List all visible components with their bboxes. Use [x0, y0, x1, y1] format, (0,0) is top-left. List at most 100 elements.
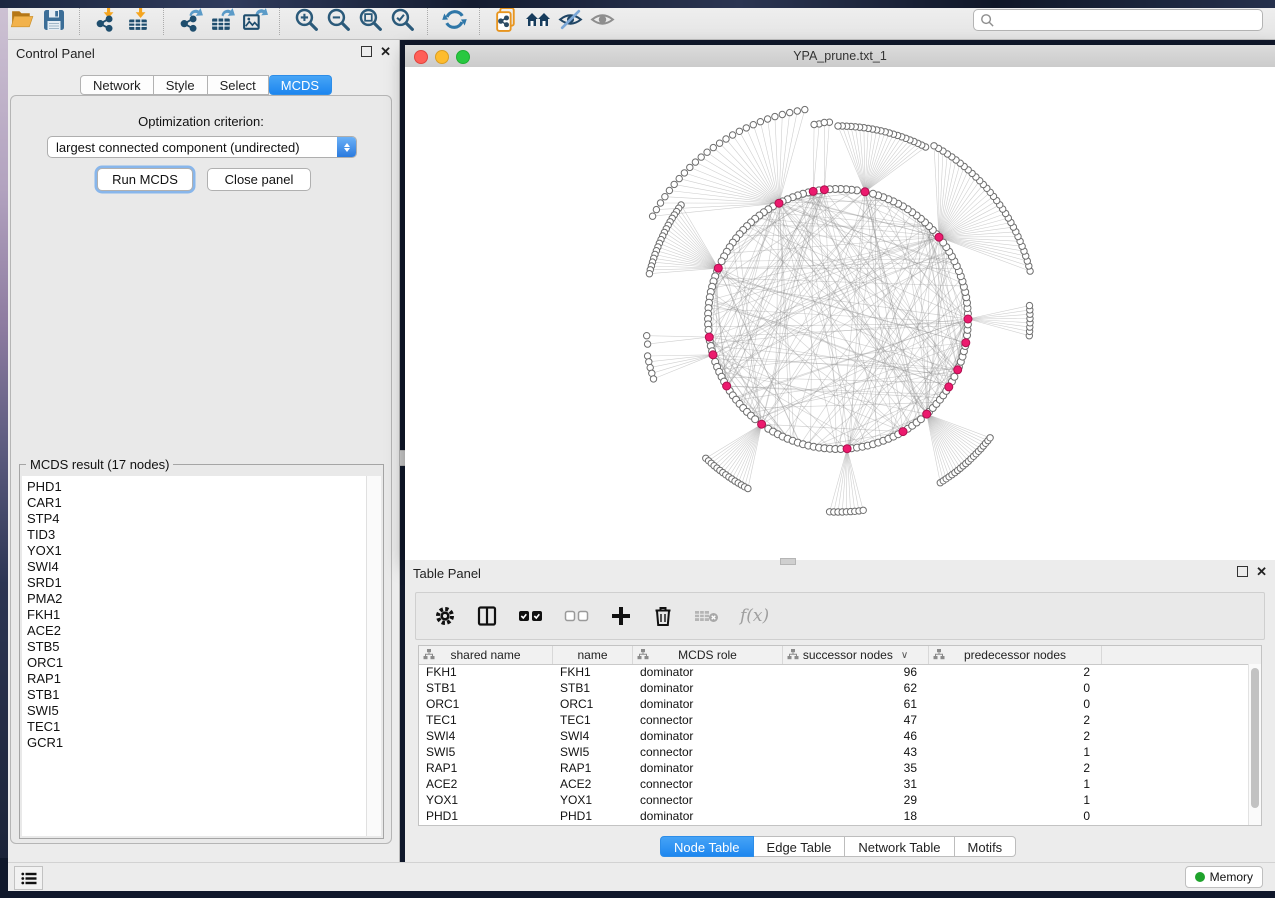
mcds-result-title: MCDS result (17 nodes) — [26, 457, 173, 472]
table-cell: STB1 — [419, 680, 553, 696]
table-cell: 61 — [783, 696, 929, 712]
network-from-document-icon[interactable] — [490, 4, 522, 36]
table-cell: dominator — [633, 696, 783, 712]
save-session-icon[interactable] — [38, 4, 70, 36]
table-cell: 2 — [929, 712, 1102, 728]
table-cell: ACE2 — [419, 776, 553, 792]
table-row[interactable]: SWI4SWI4dominator462 — [419, 728, 1249, 744]
table-row[interactable]: YOX1YOX1connector291 — [419, 792, 1249, 808]
column-header-name[interactable]: name — [553, 646, 633, 664]
refresh-icon[interactable] — [438, 4, 470, 36]
export-network-icon[interactable] — [174, 4, 206, 36]
table-scrollbar[interactable] — [1248, 664, 1261, 825]
zoom-out-icon[interactable] — [322, 4, 354, 36]
export-table-icon[interactable] — [206, 4, 238, 36]
node-table-header: shared name name MCDS role successor nod… — [419, 646, 1261, 665]
mcds-result-list[interactable]: PHD1CAR1STP4TID3YOX1SWI4SRD1PMA2FKH1ACE2… — [22, 476, 367, 836]
table-row[interactable]: RAP1RAP1dominator352 — [419, 760, 1249, 776]
mcds-result-item[interactable]: PMA2 — [27, 591, 366, 607]
table-row[interactable]: TEC1TEC1connector472 — [419, 712, 1249, 728]
table-row[interactable]: STB1STB1dominator620 — [419, 680, 1249, 696]
table-panel-header: Table Panel ✕ — [405, 560, 1275, 586]
memory-button[interactable]: Memory — [1185, 866, 1263, 888]
mcds-result-item[interactable]: PHD1 — [27, 479, 366, 495]
mcds-result-item[interactable]: GCR1 — [27, 735, 366, 751]
mcds-result-item[interactable]: CAR1 — [27, 495, 366, 511]
import-table-icon[interactable] — [122, 4, 154, 36]
tab-select[interactable]: Select — [208, 75, 269, 95]
float-panel-icon[interactable] — [361, 46, 372, 57]
tab-style[interactable]: Style — [154, 75, 208, 95]
zoom-fit-icon[interactable] — [354, 4, 386, 36]
network-window-titlebar[interactable]: YPA_prune.txt_1 — [405, 45, 1275, 68]
tab-mcds[interactable]: MCDS — [269, 75, 332, 95]
criterion-select[interactable]: largest connected component (undirected) — [47, 136, 357, 158]
column-header-successor-nodes[interactable]: successor nodes ∨ — [783, 646, 929, 664]
import-network-icon[interactable] — [90, 4, 122, 36]
mcds-result-item[interactable]: STB1 — [27, 687, 366, 703]
tab-motifs[interactable]: Motifs — [955, 836, 1017, 857]
mcds-result-item[interactable]: FKH1 — [27, 607, 366, 623]
mcds-result-item[interactable]: SRD1 — [27, 575, 366, 591]
close-panel-icon[interactable]: ✕ — [380, 47, 391, 56]
mcds-tab-content: Optimization criterion: largest connecte… — [10, 95, 392, 844]
mcds-result-item[interactable]: SWI5 — [27, 703, 366, 719]
table-row[interactable]: ACE2ACE2connector311 — [419, 776, 1249, 792]
zoom-in-icon[interactable] — [290, 4, 322, 36]
select-stepper-icon — [337, 137, 356, 157]
mcds-result-item[interactable]: STP4 — [27, 511, 366, 527]
table-cell: ACE2 — [553, 776, 633, 792]
table-scrollbar-thumb[interactable] — [1251, 668, 1259, 808]
show-column-icon[interactable] — [476, 605, 498, 627]
table-cell — [1102, 776, 1249, 792]
mcds-result-item[interactable]: YOX1 — [27, 543, 366, 559]
column-header-predecessor-nodes[interactable]: predecessor nodes — [929, 646, 1102, 664]
sort-chevron-icon[interactable]: ∨ — [901, 650, 908, 661]
show-all-icon[interactable] — [586, 4, 618, 36]
table-row[interactable]: PHD1PHD1dominator180 — [419, 808, 1249, 824]
open-file-icon[interactable] — [6, 4, 38, 36]
add-column-icon[interactable] — [610, 605, 632, 627]
mcds-result-item[interactable]: TEC1 — [27, 719, 366, 735]
table-settings-gear-icon[interactable] — [434, 605, 456, 627]
panel-divider-grip[interactable] — [780, 558, 796, 565]
tab-node-table[interactable]: Node Table — [660, 836, 754, 857]
table-cell: dominator — [633, 760, 783, 776]
table-cell: dominator — [633, 664, 783, 680]
delete-column-icon[interactable] — [652, 605, 674, 627]
mcds-result-item[interactable]: STB5 — [27, 639, 366, 655]
mcds-result-item[interactable]: RAP1 — [27, 671, 366, 687]
search-field[interactable] — [973, 9, 1263, 31]
column-header-mcds-role[interactable]: MCDS role — [633, 646, 783, 664]
deselect-all-icon[interactable] — [564, 609, 590, 623]
table-cell: 62 — [783, 680, 929, 696]
run-mcds-button[interactable]: Run MCDS — [97, 168, 193, 191]
optimization-criterion-label: Optimization criterion: — [11, 114, 391, 129]
mcds-result-item[interactable]: SWI4 — [27, 559, 366, 575]
table-cell: connector — [633, 792, 783, 808]
mcds-result-item[interactable]: ORC1 — [27, 655, 366, 671]
mcds-list-scrollbar[interactable] — [366, 476, 381, 836]
hide-selected-icon[interactable] — [554, 4, 586, 36]
column-header-shared-name[interactable]: shared name — [419, 646, 553, 664]
tab-network[interactable]: Network — [80, 75, 154, 95]
close-panel-button[interactable]: Close panel — [207, 168, 311, 191]
export-image-icon[interactable] — [238, 4, 270, 36]
show-panels-list-button[interactable] — [14, 866, 43, 890]
first-neighbors-icon[interactable] — [522, 4, 554, 36]
mcds-result-item[interactable]: TID3 — [27, 527, 366, 543]
table-cell: SWI4 — [553, 728, 633, 744]
tab-network-table[interactable]: Network Table — [845, 836, 954, 857]
network-canvas[interactable] — [405, 67, 1275, 560]
search-input[interactable] — [995, 12, 1262, 28]
select-all-icon[interactable] — [518, 609, 544, 623]
mcds-result-item[interactable]: ACE2 — [27, 623, 366, 639]
table-cell: connector — [633, 712, 783, 728]
float-panel-icon[interactable] — [1237, 566, 1248, 577]
table-row[interactable]: ORC1ORC1dominator610 — [419, 696, 1249, 712]
tab-edge-table[interactable]: Edge Table — [754, 836, 846, 857]
close-panel-icon[interactable]: ✕ — [1256, 567, 1267, 576]
table-row[interactable]: SWI5SWI5connector431 — [419, 744, 1249, 760]
table-row[interactable]: FKH1FKH1dominator962 — [419, 664, 1249, 680]
zoom-selected-icon[interactable] — [386, 4, 418, 36]
